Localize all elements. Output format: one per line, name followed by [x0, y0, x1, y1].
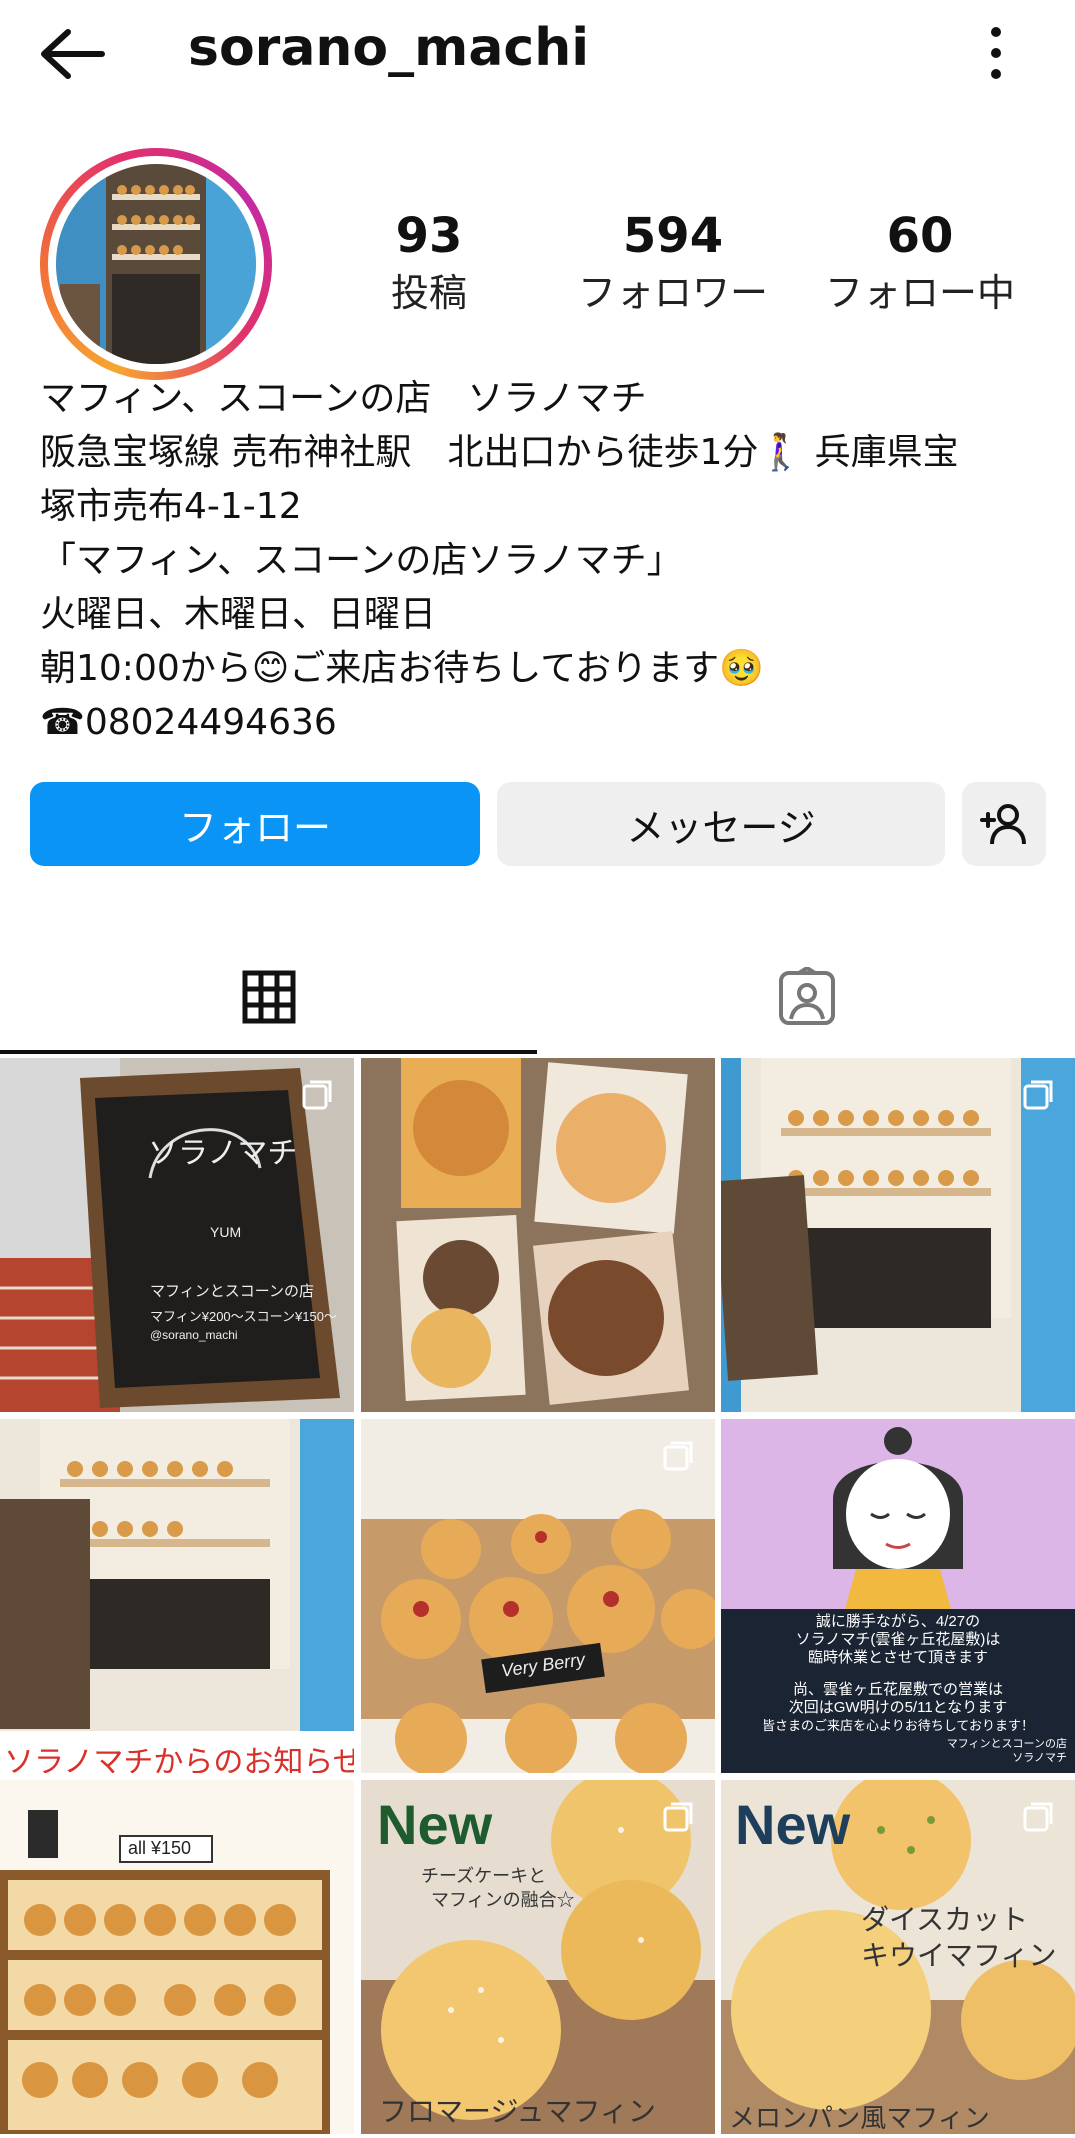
following-count-label: フォロー中	[824, 271, 1015, 315]
post-product-name: メロンパン風マフィン	[729, 2103, 990, 2133]
tab-posts-grid[interactable]	[0, 940, 537, 1054]
posts-count[interactable]: 93 投稿	[309, 206, 549, 320]
avatar	[56, 164, 256, 364]
post-thumbnail[interactable]: ソラノマチ YUM マフィンとスコーンの店 マフィン¥200〜スコーン¥150〜…	[0, 1058, 354, 1412]
bio-line: 朝10:00から😊ご来店お待ちしております🥹	[40, 648, 764, 689]
notice-line: 皆さまのご来店を心よりお待ちしております！	[762, 1718, 1034, 1733]
active-tab-indicator	[0, 1050, 537, 1054]
post-image	[0, 1058, 354, 1412]
carousel-icon	[1023, 1802, 1053, 1832]
sign-price: マフィン¥200〜スコーン¥150〜	[150, 1309, 337, 1324]
post-thumbnail[interactable]	[721, 1058, 1075, 1412]
bio-line: 阪急宝塚線 売布神社駅 北出口から徒歩1分🚶‍♀️ 兵庫県宝	[40, 432, 959, 473]
carousel-icon	[663, 1441, 693, 1471]
top-bar: sorano_machi	[0, 0, 1075, 110]
post-thumbnail[interactable]: New ダイスカット キウイマフィン メロンパン風マフィン	[721, 1780, 1075, 2134]
post-thumbnail[interactable]: all ¥150	[0, 1780, 354, 2134]
sign-yum: YUM	[210, 1224, 242, 1240]
following-count-value: 60	[886, 208, 954, 264]
more-vertical-icon[interactable]	[976, 22, 1016, 84]
post-thumbnail[interactable]	[361, 1058, 715, 1412]
price-tag-text: all ¥150	[128, 1838, 192, 1858]
post-image	[361, 1419, 715, 1773]
sign-handle: @sorano_machi	[150, 1328, 238, 1342]
post-banner-text: ソラノマチからのお知らせ	[4, 1746, 354, 1773]
post-image	[361, 1058, 715, 1412]
post-subtitle: チーズケーキと	[421, 1866, 547, 1886]
post-image	[0, 1419, 354, 1773]
post-image	[721, 1058, 1075, 1412]
followers-count-value: 594	[622, 208, 724, 264]
suggested-users-button[interactable]	[962, 782, 1046, 866]
post-subtitle: マフィンの融合☆	[431, 1890, 575, 1910]
post-new-badge: New	[377, 1793, 493, 1856]
follow-button[interactable]: フォロー	[30, 782, 480, 866]
notice-footer-line: ソラノマチ	[1012, 1752, 1067, 1764]
bio-phone[interactable]: ☎08024494636	[40, 696, 1040, 750]
notice-line: 臨時休業とさせて頂きます	[807, 1649, 988, 1666]
post-thumbnail[interactable]: 誠に勝手ながら、4/27の ソラノマチ(雲雀ヶ丘花屋敷)は 臨時休業とさせて頂き…	[721, 1419, 1075, 1773]
notice-line: ソラノマチ(雲雀ヶ丘花屋敷)は	[795, 1631, 1001, 1648]
posts-grid: ソラノマチ YUM マフィンとスコーンの店 マフィン¥200〜スコーン¥150〜…	[0, 1058, 1075, 2138]
profile-tabs	[0, 940, 1075, 1054]
notice-footer: マフィンとスコーンの店 ソラノマチ	[947, 1737, 1067, 1765]
notice-line: 次回はGW明けの5/11となります	[788, 1699, 1008, 1716]
post-thumbnail[interactable]: Very Berry	[361, 1419, 715, 1773]
carousel-icon	[663, 1802, 693, 1832]
tagged-user-icon	[778, 967, 835, 1025]
post-thumbnail[interactable]: New チーズケーキと マフィンの融合☆ フロマージュマフィン	[361, 1780, 715, 2134]
sign-subtitle: マフィンとスコーンの店	[150, 1283, 314, 1300]
grid-icon	[242, 970, 295, 1024]
followers-count[interactable]: 594 フォロワー	[553, 206, 793, 320]
followers-count-label: フォロワー	[577, 271, 768, 315]
bio-line: 塚市売布4-1-12	[40, 486, 302, 527]
notice-text: 誠に勝手ながら、4/27の ソラノマチ(雲雀ヶ丘花屋敷)は 臨時休業とさせて頂き…	[721, 1613, 1075, 1735]
following-count[interactable]: 60 フォロー中	[800, 206, 1040, 320]
avatar-story-ring[interactable]	[40, 148, 272, 380]
post-new-badge: New	[735, 1793, 851, 1856]
arrow-left-icon[interactable]	[38, 28, 106, 80]
sign-title: ソラノマチ	[148, 1137, 298, 1170]
post-title: ダイスカット	[861, 1904, 1029, 1935]
profile-username: sorano_machi	[188, 18, 590, 78]
post-product-name: フロマージュマフィン	[379, 2096, 656, 2127]
profile-bio: マフィン、スコーンの店 ソラノマチ 阪急宝塚線 売布神社駅 北出口から徒歩1分🚶…	[40, 372, 1040, 750]
bio-line: マフィン、スコーンの店 ソラノマチ	[40, 378, 647, 419]
notice-line: 尚、雲雀ヶ丘花屋敷での営業は	[792, 1681, 1003, 1698]
bio-line: 「マフィン、スコーンの店ソラノマチ」	[40, 540, 683, 581]
bio-line: 火曜日、木曜日、日曜日	[40, 594, 437, 635]
post-title: キウイマフィン	[861, 1940, 1057, 1971]
post-thumbnail[interactable]: ソラノマチからのお知らせ	[0, 1419, 354, 1773]
post-image	[0, 1780, 354, 2134]
carousel-icon	[302, 1080, 332, 1110]
posts-count-value: 93	[395, 208, 463, 264]
notice-footer-line: マフィンとスコーンの店	[946, 1738, 1067, 1750]
notice-line: 誠に勝手ながら、4/27の	[815, 1613, 981, 1630]
add-user-icon	[980, 804, 1026, 845]
message-button[interactable]: メッセージ	[497, 782, 945, 866]
carousel-icon	[1023, 1080, 1053, 1110]
tab-tagged[interactable]	[538, 940, 1075, 1054]
posts-count-label: 投稿	[390, 271, 467, 315]
